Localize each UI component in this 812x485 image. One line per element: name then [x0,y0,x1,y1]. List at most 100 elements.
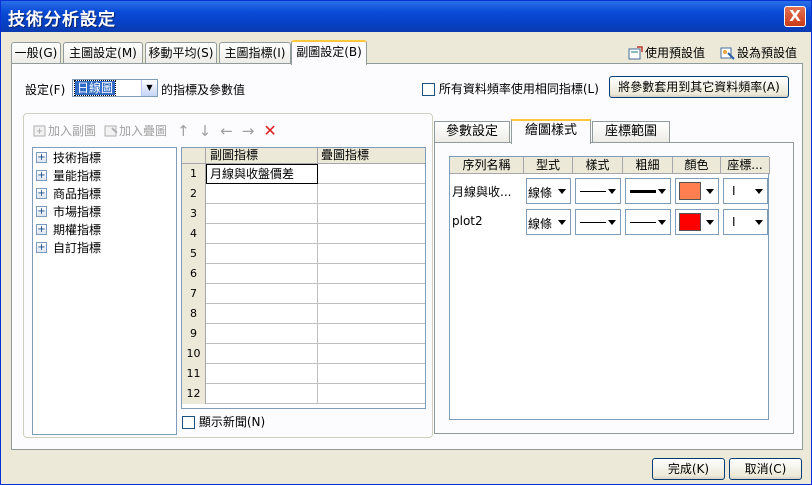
tree-item-commodity[interactable]: + 商品指標 [33,184,176,202]
sub-indicator-cell[interactable] [206,364,318,384]
sub-indicator-cell[interactable]: 月線與收盤價差 [206,164,318,184]
tree-item-custom[interactable]: + 自訂指標 [33,238,176,256]
move-up-icon[interactable]: ↑ [177,122,190,140]
close-button[interactable]: X [784,6,806,27]
type-dropdown[interactable]: 線條 [526,209,571,235]
chevron-down-icon[interactable] [658,220,666,225]
table-row[interactable]: 11 [182,364,425,384]
type-dropdown[interactable]: 線條 [526,178,571,204]
title-bar[interactable]: 技術分析設定 X [1,1,811,32]
apply-to-other-frequencies-button[interactable]: 將參數套用到其它資料頻率(A) [609,76,789,98]
style-header-axis[interactable]: 座標... [721,157,770,174]
expand-icon[interactable]: + [36,151,47,163]
tree-item-options[interactable]: + 期權指標 [33,220,176,238]
cancel-button[interactable]: 取消(C) [729,458,802,480]
overlay-indicator-cell[interactable] [318,384,425,404]
same-indicator-checkbox[interactable] [422,83,435,96]
chevron-down-icon[interactable] [558,189,566,194]
move-right-icon[interactable]: → [242,122,255,140]
move-left-icon[interactable]: ← [220,122,233,140]
table-row[interactable]: 7 [182,284,425,304]
table-row[interactable]: 3 [182,204,425,224]
sub-indicator-cell[interactable] [206,204,318,224]
move-down-icon[interactable]: ↓ [199,122,212,140]
chevron-down-icon[interactable] [755,220,763,225]
table-row[interactable]: 5 [182,244,425,264]
tab-axis-range[interactable]: 座標範圍 [592,121,670,143]
table-row[interactable]: 8 [182,304,425,324]
tab-general[interactable]: 一般(G) [11,42,61,64]
table-row[interactable]: 10 [182,344,425,364]
line-weight-dropdown[interactable] [625,209,671,235]
chevron-down-icon[interactable] [608,220,616,225]
sub-indicator-cell[interactable] [206,384,318,404]
grid-header-overlay[interactable]: 疊圖指標 [318,148,425,164]
use-default-link[interactable]: 使用預設值 [628,44,705,61]
overlay-indicator-cell[interactable] [318,284,425,304]
overlay-indicator-cell[interactable] [318,344,425,364]
show-news-option[interactable]: 顯示新聞(N) [182,413,265,430]
line-style-dropdown[interactable] [575,178,621,204]
expand-icon[interactable]: + [36,223,47,235]
tree-item-technical[interactable]: + 技術指標 [33,148,176,166]
chevron-down-icon[interactable] [658,189,666,194]
chevron-down-icon[interactable] [558,220,566,225]
style-header-weight[interactable]: 粗細 [623,157,673,174]
axis-dropdown[interactable]: I [723,178,768,204]
ok-button[interactable]: 完成(K) [652,458,725,480]
table-row[interactable]: 4 [182,224,425,244]
sub-indicator-cell[interactable] [206,264,318,284]
set-default-link[interactable]: 設為預設值 [720,44,797,61]
add-sub-chart-button[interactable]: 加入副圖 [33,122,96,139]
table-row[interactable]: 6 [182,264,425,284]
overlay-indicator-cell[interactable] [318,184,425,204]
indicator-tree[interactable]: + 技術指標 + 量能指標 + 商品指標 + 市場指標 + 期權指標 + 自訂指標 [32,147,177,435]
expand-icon[interactable]: + [36,169,47,181]
sub-indicator-cell[interactable] [206,244,318,264]
overlay-indicator-cell[interactable] [318,204,425,224]
axis-dropdown[interactable]: I [723,209,768,235]
sub-indicator-cell[interactable] [206,224,318,244]
tab-main-indicator[interactable]: 主圖指標(I) [219,42,291,64]
tab-main-chart[interactable]: 主圖設定(M) [63,42,143,64]
table-row[interactable]: 1 月線與收盤價差 [182,164,425,184]
tab-parameters[interactable]: 參數設定 [434,121,510,143]
delete-icon[interactable]: ✕ [263,121,276,140]
expand-icon[interactable]: + [36,187,47,199]
tree-item-market[interactable]: + 市場指標 [33,202,176,220]
chevron-down-icon[interactable] [608,189,616,194]
add-overlay-button[interactable]: 加入疊圖 [104,122,167,139]
style-header-name[interactable]: 序列名稱 [450,157,524,174]
overlay-indicator-cell[interactable] [318,324,425,344]
expand-icon[interactable]: + [36,205,47,217]
sub-indicator-cell[interactable] [206,344,318,364]
chevron-down-icon[interactable] [755,189,763,194]
sub-indicator-cell[interactable] [206,184,318,204]
expand-icon[interactable]: + [36,241,47,253]
overlay-indicator-cell[interactable] [318,244,425,264]
line-weight-dropdown[interactable] [625,178,671,204]
chevron-down-icon[interactable] [706,220,714,225]
sub-indicator-cell[interactable] [206,324,318,344]
grid-header-sub[interactable]: 副圖指標 [206,148,318,164]
color-dropdown[interactable] [675,178,719,204]
sub-indicator-cell[interactable] [206,304,318,324]
show-news-checkbox[interactable] [182,416,195,429]
overlay-indicator-cell[interactable] [318,224,425,244]
table-row[interactable]: 9 [182,324,425,344]
overlay-indicator-cell[interactable] [318,304,425,324]
tab-moving-average[interactable]: 移動平均(S) [145,42,217,64]
color-dropdown[interactable] [675,209,719,235]
frequency-select[interactable]: 日線圖 ▼ [72,79,158,97]
sub-indicator-cell[interactable] [206,284,318,304]
style-header-type[interactable]: 型式 [524,157,573,174]
overlay-indicator-cell[interactable] [318,264,425,284]
table-row[interactable]: 2 [182,184,425,204]
overlay-indicator-cell[interactable] [318,364,425,384]
table-row[interactable]: 12 [182,384,425,404]
same-indicator-option[interactable]: 所有資料頻率使用相同指標(L) [422,80,599,97]
overlay-indicator-cell[interactable] [318,164,425,184]
tab-sub-chart[interactable]: 副圖設定(B) [291,40,367,65]
chevron-down-icon[interactable]: ▼ [141,80,157,96]
style-header-style[interactable]: 樣式 [573,157,623,174]
